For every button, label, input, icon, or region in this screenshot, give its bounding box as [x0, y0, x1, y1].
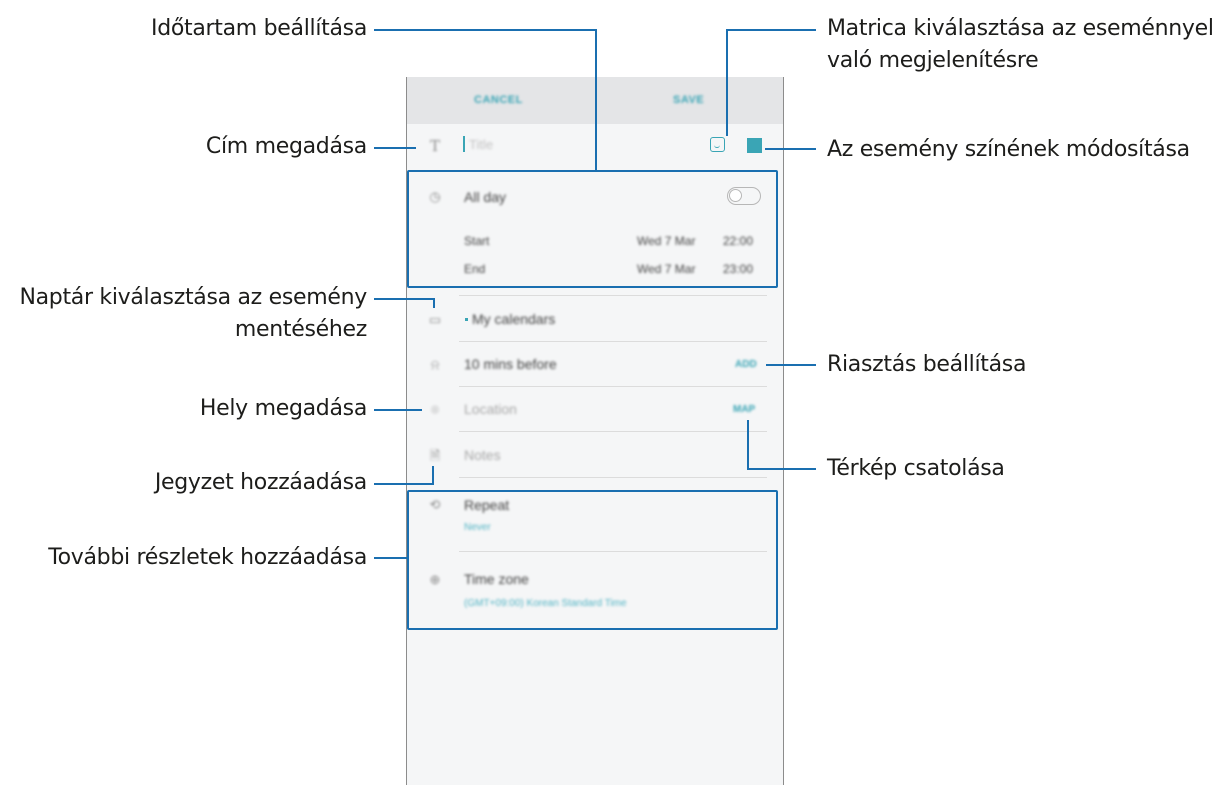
- leader-line-sticker: [726, 29, 816, 31]
- leader-line-duration: [374, 29, 597, 31]
- location-pin-icon: ⌾: [431, 402, 439, 417]
- divider: [459, 431, 767, 432]
- callout-details: További részletek hozzáadása: [48, 545, 367, 570]
- leader-line-details: [374, 557, 408, 559]
- save-button[interactable]: SAVE: [673, 94, 704, 106]
- details-highlight-box: [407, 490, 778, 630]
- location-input[interactable]: Location: [464, 401, 517, 417]
- calendar-color-dot: [465, 318, 468, 321]
- divider: [459, 477, 767, 478]
- divider: [459, 295, 767, 296]
- leader-line-map-v: [747, 420, 749, 470]
- callout-title: Cím megadása: [205, 134, 367, 159]
- leader-line-calendar: [374, 298, 435, 300]
- event-color-button[interactable]: [747, 138, 762, 153]
- calendar-icon: ▭: [428, 312, 442, 327]
- leader-line-location: [374, 409, 422, 411]
- leader-line-duration-v: [595, 29, 597, 171]
- title-cursor: [463, 136, 465, 152]
- divider: [459, 386, 767, 387]
- leader-line-color: [765, 148, 816, 150]
- text-t-icon: T: [429, 137, 440, 155]
- title-input[interactable]: Title: [469, 137, 493, 152]
- callout-location: Hely megadása: [199, 396, 367, 421]
- callout-sticker: Matrica kiválasztása az eseménnyel való …: [827, 16, 1214, 73]
- cancel-button[interactable]: CANCEL: [474, 94, 523, 106]
- callout-alarm: Riasztás beállítása: [827, 352, 1027, 377]
- callout-calendar: Naptár kiválasztása az esemény mentéséhe…: [19, 285, 367, 342]
- callout-duration: Időtartam beállítása: [151, 16, 367, 41]
- add-alarm-button[interactable]: ADD: [735, 359, 757, 370]
- alarm-text[interactable]: 10 mins before: [464, 356, 557, 372]
- leader-line-title: [374, 147, 416, 149]
- leader-line-map: [747, 468, 816, 470]
- note-icon: 🗎: [429, 448, 441, 463]
- leader-line-note-v: [432, 466, 434, 485]
- leader-line-note: [374, 483, 434, 485]
- bell-icon: ⍾: [430, 357, 440, 372]
- callout-note: Jegyzet hozzáadása: [154, 470, 367, 495]
- sticker-icon[interactable]: [710, 137, 725, 152]
- callout-map: Térkép csatolása: [827, 456, 1005, 481]
- map-button[interactable]: MAP: [733, 404, 755, 415]
- calendar-select[interactable]: My calendars: [472, 311, 555, 327]
- leader-line-sticker-v: [726, 29, 728, 136]
- divider: [459, 341, 767, 342]
- leader-line-alarm: [766, 364, 816, 366]
- leader-line-calendar-v: [433, 298, 435, 308]
- duration-highlight-box: [407, 170, 778, 288]
- callout-color: Az esemény színének módosítása: [827, 137, 1190, 162]
- notes-input[interactable]: Notes: [464, 447, 501, 463]
